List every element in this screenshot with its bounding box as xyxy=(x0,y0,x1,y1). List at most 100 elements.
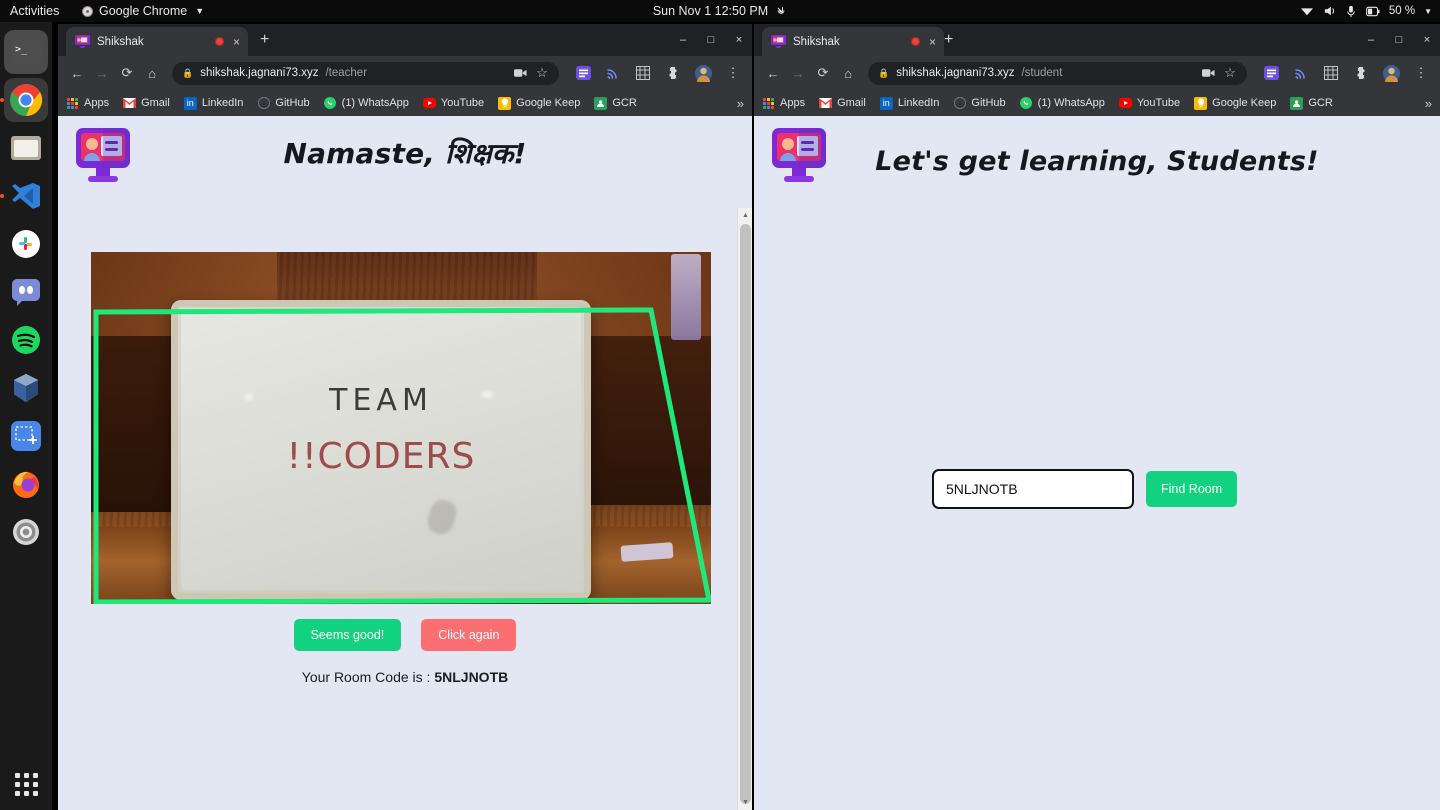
room-code-input[interactable] xyxy=(932,469,1134,509)
system-status-area[interactable]: 50 % ▼ xyxy=(1300,0,1432,22)
forward-icon[interactable]: → xyxy=(787,62,809,84)
bookmark-gmail[interactable]: Gmail xyxy=(819,97,866,110)
dock-item-screenshot[interactable] xyxy=(4,414,48,458)
battery-icon xyxy=(1365,6,1380,16)
dock-item-virtualbox[interactable] xyxy=(4,366,48,410)
camera-icon[interactable] xyxy=(1201,62,1215,84)
home-icon[interactable]: ⌂ xyxy=(837,62,859,84)
chevron-down-icon[interactable]: ▼ xyxy=(1424,7,1432,16)
camera-icon[interactable] xyxy=(513,62,527,84)
close-window-button[interactable]: × xyxy=(1420,34,1434,46)
address-bar[interactable]: 🔒 shikshak.jagnani73.xyz /teacher ☆ xyxy=(172,61,559,85)
dock-item-terminal[interactable]: >_ xyxy=(4,30,48,74)
chrome-window-student: Shikshak × + – □ × ← → ⟳ ⌂ 🔒 shikshak.ja… xyxy=(754,24,1440,810)
bookmark-linkedin[interactable]: in LinkedIn xyxy=(183,96,243,110)
linkedin-icon: in xyxy=(879,96,893,110)
dock-item-files[interactable] xyxy=(4,126,48,170)
url-path: /teacher xyxy=(325,67,368,79)
page-scrollbar[interactable]: ▲ ▼ xyxy=(737,208,752,810)
calculator-extension-icon[interactable] xyxy=(1320,62,1342,84)
reload-icon[interactable]: ⟳ xyxy=(812,62,834,84)
bookmark-whatsapp[interactable]: (1) WhatsApp xyxy=(1020,97,1105,110)
bookmarks-overflow-icon[interactable]: » xyxy=(1417,96,1432,111)
reading-list-icon[interactable] xyxy=(572,62,594,84)
minimize-button[interactable]: – xyxy=(1364,34,1378,46)
bookmark-youtube[interactable]: YouTube xyxy=(1118,97,1180,110)
room-code-label: Your Room Code is : xyxy=(301,669,435,685)
calculator-extension-icon[interactable] xyxy=(632,62,654,84)
shikshak-favicon xyxy=(75,35,90,48)
tab-strip: Shikshak × + – □ × xyxy=(58,24,752,56)
recording-indicator-icon xyxy=(910,37,920,46)
bookmark-gmail[interactable]: Gmail xyxy=(123,97,170,110)
home-icon[interactable]: ⌂ xyxy=(141,62,163,84)
bookmark-label: Apps xyxy=(780,97,806,109)
reload-icon[interactable]: ⟳ xyxy=(116,62,138,84)
clock-label: Sun Nov 1 12:50 PM xyxy=(652,4,769,18)
maximize-button[interactable]: □ xyxy=(704,34,718,46)
scrollbar-thumb[interactable] xyxy=(740,224,751,804)
tab-close-icon[interactable]: × xyxy=(231,36,242,48)
gmail-icon xyxy=(123,97,137,110)
confirm-capture-button[interactable]: Seems good! xyxy=(293,619,402,651)
bookmarks-overflow-icon[interactable]: » xyxy=(729,96,744,111)
bookmark-apps[interactable]: Apps xyxy=(66,97,109,110)
dock-item-spotify[interactable] xyxy=(4,318,48,362)
scroll-down-icon[interactable]: ▼ xyxy=(738,795,752,810)
new-tab-button[interactable]: + xyxy=(944,32,953,48)
bookmark-linkedin[interactable]: in LinkedIn xyxy=(879,96,939,110)
tab-shikshak-teacher[interactable]: Shikshak × xyxy=(66,27,248,56)
find-room-button[interactable]: Find Room xyxy=(1146,471,1238,507)
tab-close-icon[interactable]: × xyxy=(927,36,938,48)
profile-avatar-icon[interactable] xyxy=(1380,62,1402,84)
bookmark-label: GCR xyxy=(612,97,637,109)
retry-capture-button[interactable]: Click again xyxy=(421,619,517,651)
forward-icon[interactable]: → xyxy=(91,62,113,84)
chrome-window-teacher: Shikshak × + – □ × ← → ⟳ ⌂ 🔒 shikshak.ja… xyxy=(58,24,752,810)
bookmark-gcr[interactable]: GCR xyxy=(594,96,637,110)
bookmark-star-icon[interactable]: ☆ xyxy=(1223,62,1237,84)
screenshot-icon xyxy=(11,421,41,451)
google-keep-icon xyxy=(1194,96,1208,110)
clock-button[interactable]: Sun Nov 1 12:50 PM xyxy=(0,0,1440,22)
maximize-button[interactable]: □ xyxy=(1392,34,1406,46)
dock-item-discord[interactable] xyxy=(4,270,48,314)
bookmark-github[interactable]: GitHub xyxy=(257,97,310,110)
extensions-puzzle-icon[interactable] xyxy=(662,62,684,84)
back-icon[interactable]: ← xyxy=(66,62,88,84)
bookmark-gcr[interactable]: GCR xyxy=(1290,96,1333,110)
tab-shikshak-student[interactable]: Shikshak × xyxy=(762,27,944,56)
dock-item-google-chrome[interactable] xyxy=(0,78,48,122)
bookmark-google-keep[interactable]: Google Keep xyxy=(498,96,580,110)
new-tab-button[interactable]: + xyxy=(260,32,269,48)
dock-item-settings[interactable] xyxy=(4,510,48,554)
bookmark-label: YouTube xyxy=(440,97,485,109)
spotify-icon xyxy=(12,326,40,354)
bookmark-youtube[interactable]: YouTube xyxy=(422,97,485,110)
address-bar[interactable]: 🔒 shikshak.jagnani73.xyz /student ☆ xyxy=(868,61,1247,85)
cast-icon[interactable] xyxy=(602,62,624,84)
bookmark-apps[interactable]: Apps xyxy=(762,97,805,110)
shikshak-favicon xyxy=(771,35,786,48)
gmail-icon xyxy=(819,97,833,110)
minimize-button[interactable]: – xyxy=(676,34,690,46)
bookmark-google-keep[interactable]: Google Keep xyxy=(1194,96,1276,110)
dock-item-slack[interactable] xyxy=(4,222,48,266)
bookmark-whatsapp[interactable]: (1) WhatsApp xyxy=(324,97,409,110)
show-applications-button[interactable] xyxy=(0,773,52,796)
dock-item-firefox[interactable] xyxy=(4,462,48,506)
cast-icon[interactable] xyxy=(1290,62,1312,84)
extensions-puzzle-icon[interactable] xyxy=(1350,62,1372,84)
terminal-icon: >_ xyxy=(11,39,41,65)
profile-avatar-icon[interactable] xyxy=(692,62,714,84)
back-icon[interactable]: ← xyxy=(762,62,784,84)
bookmark-github[interactable]: GitHub xyxy=(953,97,1006,110)
chrome-menu-icon[interactable]: ⋮ xyxy=(1410,62,1432,84)
scroll-up-icon[interactable]: ▲ xyxy=(738,208,752,223)
dock-item-vs-code[interactable] xyxy=(0,174,48,218)
chrome-menu-icon[interactable]: ⋮ xyxy=(722,62,744,84)
github-icon xyxy=(257,97,270,110)
reading-list-icon[interactable] xyxy=(1260,62,1282,84)
bookmark-star-icon[interactable]: ☆ xyxy=(535,62,549,84)
close-window-button[interactable]: × xyxy=(732,34,746,46)
